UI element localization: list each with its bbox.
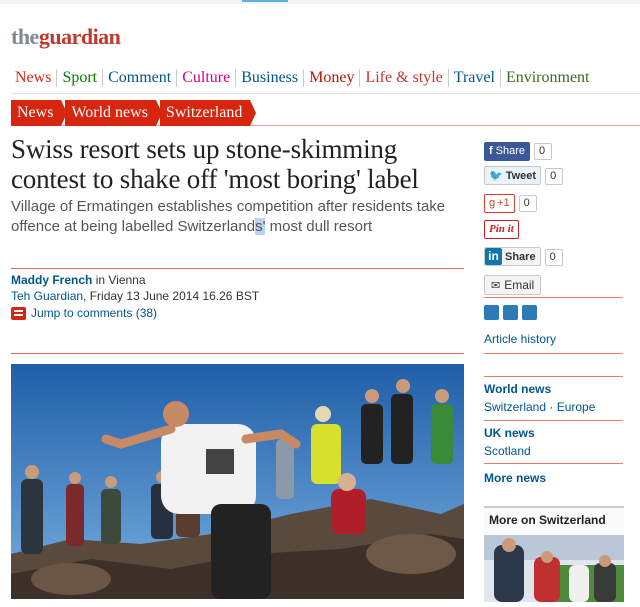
- text-selection: s': [255, 218, 266, 235]
- print-icon[interactable]: [484, 305, 499, 320]
- nav-item-culture[interactable]: Culture: [176, 69, 235, 87]
- nav-item-life-style[interactable]: Life & style: [359, 69, 447, 87]
- facebook-share[interactable]: f Share 0: [484, 141, 553, 161]
- gplus-icon: g: [489, 197, 496, 209]
- byline-bottom-rule: [11, 353, 464, 354]
- breadcrumb-news[interactable]: News: [11, 100, 68, 126]
- gplus-share[interactable]: g +1 0: [484, 193, 537, 213]
- share-icon[interactable]: [503, 305, 518, 320]
- article-standfirst: Village of Ermatingen establishes compet…: [11, 198, 446, 235]
- email-share[interactable]: ✉ Email: [484, 275, 542, 295]
- facebook-count: 0: [534, 143, 553, 160]
- facebook-share-button[interactable]: f Share: [484, 141, 531, 161]
- twitter-count: 0: [545, 168, 564, 185]
- twitter-bird-icon: 🐦: [489, 170, 503, 182]
- author-link[interactable]: Maddy French: [11, 273, 92, 287]
- email-button[interactable]: ✉ Email: [484, 275, 542, 295]
- tag-switzerland[interactable]: Switzerland: [484, 400, 546, 414]
- sidebar-rule-4: [484, 420, 623, 421]
- tag-europe[interactable]: Europe: [557, 400, 596, 414]
- top-strip: [0, 0, 640, 4]
- breadcrumb: News World news Switzerland: [11, 100, 257, 126]
- gplus-button[interactable]: g +1: [484, 193, 515, 213]
- nav-item-business[interactable]: Business: [235, 69, 303, 87]
- breadcrumb-underline: [11, 125, 640, 126]
- facebook-icon: f: [489, 145, 493, 157]
- tag-scotland[interactable]: Scotland: [484, 443, 624, 459]
- comment-icon: [11, 306, 26, 320]
- more-on-thumbnail[interactable]: [484, 535, 624, 602]
- more-on-heading: More on Switzerland: [484, 506, 624, 535]
- breadcrumb-world-news[interactable]: World news: [65, 100, 163, 126]
- pinterest-button[interactable]: Pin it: [484, 219, 519, 239]
- sidebar-rule-2: [484, 353, 623, 354]
- more-news-link[interactable]: More news: [484, 469, 624, 487]
- jump-to-comments[interactable]: Jump to comments (38): [11, 306, 157, 320]
- nav-item-environment[interactable]: Environment: [499, 69, 595, 87]
- article-headline: Swiss resort sets up stone-skimming cont…: [11, 134, 419, 194]
- section-nav: News Sport Comment Culture Business Money Life…: [11, 69, 595, 87]
- byline-top-rule: [11, 268, 464, 269]
- world-news-block: World news Switzerland · Europe: [484, 381, 624, 415]
- linkedin-icon: in: [485, 248, 502, 265]
- nav-item-sport[interactable]: Sport: [56, 69, 102, 87]
- nav-item-travel[interactable]: Travel: [447, 69, 500, 87]
- article-history-link[interactable]: Article history: [484, 330, 624, 348]
- bookmark-icon[interactable]: [522, 305, 537, 320]
- envelope-icon: ✉: [491, 279, 501, 292]
- publish-date: , Friday 13 June 2014 16.26 BST: [83, 289, 260, 303]
- publication-link[interactable]: Teh Guardian: [11, 289, 83, 303]
- nav-item-money[interactable]: Money: [303, 69, 359, 87]
- article-tools: [484, 305, 537, 320]
- twitter-share[interactable]: 🐦 Tweet 0: [484, 166, 564, 185]
- gplus-count: 0: [518, 195, 537, 212]
- sidebar-rule-1: [484, 297, 623, 298]
- more-on-switzerland: More on Switzerland: [484, 506, 624, 602]
- uk-news-block: UK news Scotland: [484, 425, 624, 459]
- sidebar-rule-5: [484, 463, 623, 464]
- uk-news-link[interactable]: UK news: [484, 425, 624, 441]
- world-news-link[interactable]: World news: [484, 381, 624, 397]
- sidebar-rule-3: [484, 376, 623, 377]
- article-photo: [11, 364, 464, 599]
- linkedin-share[interactable]: in Share 0: [484, 247, 563, 266]
- pinterest-share[interactable]: Pin it: [484, 219, 519, 239]
- nav-item-news[interactable]: News: [11, 69, 56, 87]
- byline: Maddy French in Vienna Teh Guardian, Fri…: [11, 273, 260, 303]
- tweet-button[interactable]: 🐦 Tweet: [484, 166, 542, 185]
- nav-divider: [11, 93, 640, 94]
- breadcrumb-switzerland[interactable]: Switzerland: [159, 100, 257, 126]
- linkedin-count: 0: [544, 249, 563, 266]
- top-strip-highlight: [242, 0, 288, 2]
- guardian-logo[interactable]: theguardian: [11, 24, 121, 50]
- nav-item-comment[interactable]: Comment: [102, 69, 176, 87]
- linkedin-share-button[interactable]: in Share: [484, 247, 541, 266]
- stone-skimming-photo: [11, 364, 464, 599]
